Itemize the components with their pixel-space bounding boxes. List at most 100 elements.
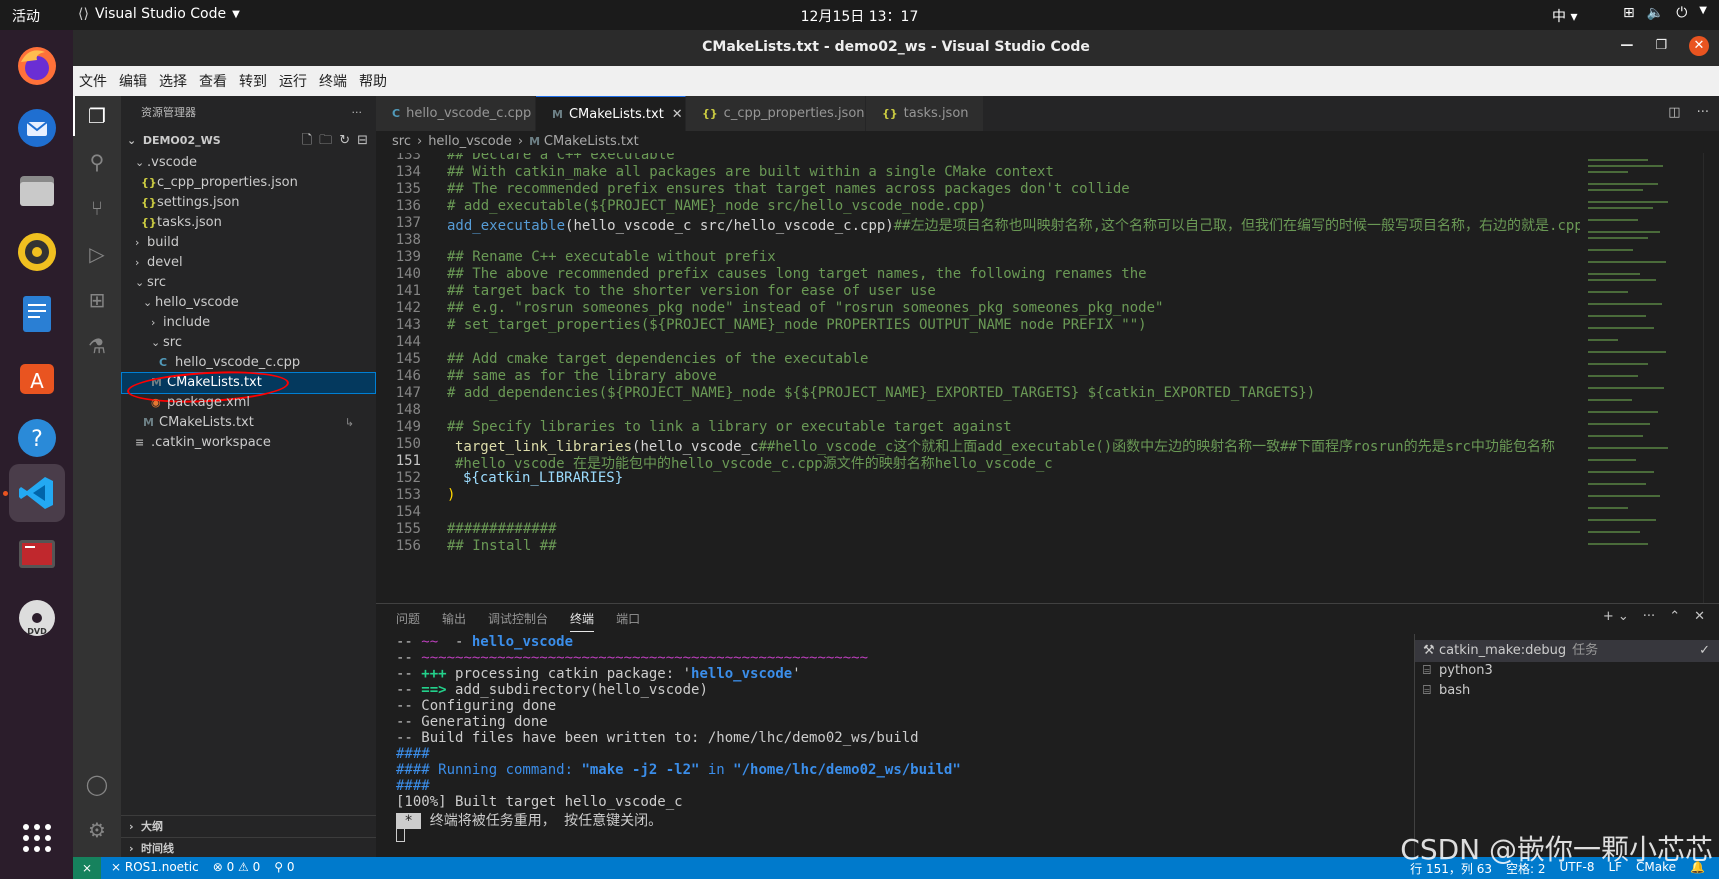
thunderbird-icon[interactable] — [9, 100, 65, 156]
tree-folder-src[interactable]: ⌄ src — [121, 272, 376, 294]
vscode-icon[interactable] — [9, 464, 65, 522]
cmake-file-icon: M — [552, 108, 563, 121]
terminal-icon[interactable] — [9, 526, 65, 582]
close-button[interactable]: ✕ — [1689, 36, 1709, 56]
activities-button[interactable]: 活动 — [12, 6, 40, 26]
minimize-button[interactable]: — — [1620, 38, 1633, 56]
breadcrumb-item[interactable]: hello_vscode — [428, 134, 512, 149]
system-tray[interactable]: ⊞ 🔈 ⏻ ▼ — [1623, 5, 1707, 21]
split-editor-icon[interactable]: ◫ — [1668, 105, 1680, 120]
tab-problems[interactable]: 问题 — [396, 610, 420, 632]
testing-icon[interactable]: ⚗ — [83, 334, 111, 362]
tree-folder-devel[interactable]: › devel — [121, 252, 376, 274]
explorer-icon[interactable]: ❐ — [83, 104, 111, 132]
more-actions-icon[interactable]: ··· — [1643, 609, 1655, 624]
menu-go[interactable]: 转到 — [239, 71, 267, 91]
t-text: add_subdirectory(hello_vscode) — [446, 682, 708, 698]
editor-scrollbar[interactable] — [1703, 153, 1717, 603]
tab-c-cpp-properties[interactable]: {} c_cpp_properties.json — [686, 96, 866, 131]
new-folder-icon[interactable]: 🗀 — [319, 130, 332, 152]
tab-terminal[interactable]: 终端 — [570, 610, 595, 632]
firefox-icon[interactable] — [9, 38, 65, 94]
terminal-item-bash[interactable]: ⌸ bash — [1415, 680, 1719, 702]
ros-status[interactable]: ⨯ ROS1.noetic — [111, 860, 199, 874]
gear-icon[interactable]: ⚙ — [83, 818, 111, 846]
tree-folder-include[interactable]: › include — [121, 312, 376, 334]
dvd-icon[interactable]: DVD — [9, 590, 65, 646]
source-control-icon[interactable]: ⑂ — [83, 196, 111, 224]
rhythmbox-icon[interactable] — [9, 224, 65, 280]
timeline-section[interactable]: › 时间线 — [121, 837, 376, 859]
files-icon[interactable] — [9, 162, 65, 218]
menu-view[interactable]: 查看 — [199, 71, 227, 91]
tree-file-hello-vscode-c-cpp[interactable]: Chello_vscode_c.cpp — [121, 352, 376, 374]
breadcrumb-item[interactable]: CMakeLists.txt — [544, 134, 639, 149]
minimap[interactable] — [1580, 153, 1678, 603]
menu-help[interactable]: 帮助 — [359, 71, 387, 91]
window-title: CMakeLists.txt - demo02_ws - Visual Stud… — [702, 39, 1090, 55]
workspace-header[interactable]: ⌄ DEMO02_WS 🗋 🗀 ↻ ⊟ — [121, 130, 376, 152]
run-debug-icon[interactable]: ▷ — [83, 242, 111, 270]
breadcrumb-item[interactable]: src — [392, 134, 411, 149]
terminal-output[interactable]: -- ~~ - hello_vscode -- ~~~~~~~~~~~~~~~~… — [396, 634, 1396, 858]
json-file-icon: {} — [141, 176, 157, 189]
close-icon[interactable]: ✕ — [1694, 609, 1705, 624]
outline-section[interactable]: › 大纲 — [121, 815, 376, 837]
menu-terminal[interactable]: 终端 — [319, 71, 347, 91]
tab-debug-console[interactable]: 调试控制台 — [488, 610, 548, 632]
input-method-indicator[interactable]: 中 ▾ — [1552, 6, 1577, 26]
maximize-panel-icon[interactable]: ⌃ — [1669, 609, 1680, 624]
tree-folder-vscode[interactable]: ⌄ .vscode — [121, 152, 376, 174]
tree-file-settings[interactable]: {}settings.json — [121, 192, 376, 214]
line-number: 154 — [395, 504, 421, 520]
new-file-icon[interactable]: 🗋 — [302, 130, 312, 152]
close-icon[interactable]: ✕ — [672, 107, 683, 122]
remote-indicator-icon[interactable]: ⨯ — [73, 857, 101, 879]
app-center-icon[interactable]: A — [9, 348, 65, 404]
menu-edit[interactable]: 编辑 — [119, 71, 147, 91]
clock[interactable]: 12月15日 13：17 — [801, 9, 919, 25]
tree-file-catkin-workspace[interactable]: ≡ .catkin_workspace — [121, 432, 376, 454]
refresh-icon[interactable]: ↻ — [339, 130, 350, 152]
breadcrumb: src › hello_vscode › M CMakeLists.txt — [376, 131, 1719, 153]
bottom-panel: 问题 输出 调试控制台 终端 端口 + ⌄ ··· ⌃ ✕ -- ~~ - he… — [376, 603, 1719, 858]
problems-status[interactable]: ⊗ 0 ⚠ 0 — [213, 860, 261, 874]
t-path: "/home/lhc/demo02_ws/build" — [733, 762, 961, 778]
tree-file-cmakelists-src[interactable]: M CMakeLists.txt ↳ — [121, 412, 376, 434]
menu-selection[interactable]: 选择 — [159, 71, 187, 91]
more-actions-icon[interactable]: ··· — [352, 96, 363, 130]
extensions-icon[interactable]: ⊞ — [83, 288, 111, 316]
tree-folder-src-inner[interactable]: ⌄ src — [121, 332, 376, 354]
t-text: #### Running command: — [396, 762, 582, 778]
terminal-item-catkin-make[interactable]: ⚒ catkin_make:debug 任务 ✓ — [1415, 640, 1719, 662]
ports-status[interactable]: ⚲ 0 — [274, 860, 294, 874]
menu-run[interactable]: 运行 — [279, 71, 307, 91]
search-icon[interactable]: ⚲ — [83, 150, 111, 178]
new-terminal-icon[interactable]: + ⌄ — [1603, 609, 1629, 624]
app-menu[interactable]: ⟨⟩ Visual Studio Code ▼ — [78, 6, 240, 22]
account-icon[interactable]: ◯ — [83, 772, 111, 800]
tab-hello-vscode-c-cpp[interactable]: Chello_vscode_c.cpp — [376, 96, 536, 131]
tree-file-tasks[interactable]: {}tasks.json — [121, 212, 376, 234]
tree-file-c-cpp-properties[interactable]: {}c_cpp_properties.json — [121, 172, 376, 194]
maximize-button[interactable]: ❐ — [1655, 38, 1667, 56]
code-editor[interactable]: 133 ## Declare a C++ executable 134 ## W… — [376, 153, 1719, 603]
cmake-file-icon: M — [143, 416, 154, 429]
libreoffice-writer-icon[interactable] — [9, 286, 65, 342]
network-icon: ⊞ — [1623, 5, 1635, 21]
tab-tasks-json[interactable]: {} tasks.json — [866, 96, 984, 131]
more-actions-icon[interactable]: ··· — [1697, 105, 1709, 120]
tree-folder-hello-vscode[interactable]: ⌄ hello_vscode — [121, 292, 376, 314]
terminal-item-python3[interactable]: ⌸ python3 — [1415, 660, 1719, 682]
tab-ports[interactable]: 端口 — [616, 610, 640, 632]
tree-file-cmakelists-hello[interactable]: M CMakeLists.txt — [121, 367, 376, 407]
collapse-all-icon[interactable]: ⊟ — [357, 130, 368, 152]
tree-folder-build[interactable]: › build — [121, 232, 376, 254]
tab-output[interactable]: 输出 — [442, 610, 466, 632]
tab-cmakelists[interactable]: M CMakeLists.txt ✕ — [536, 96, 686, 131]
menu-file[interactable]: 文件 — [79, 71, 107, 91]
help-icon[interactable]: ? — [9, 410, 65, 466]
show-apps-icon[interactable] — [9, 810, 65, 866]
window-titlebar[interactable]: CMakeLists.txt - demo02_ws - Visual Stud… — [73, 30, 1719, 66]
tree-file-package-xml[interactable]: ◉ package.xml — [121, 392, 376, 414]
